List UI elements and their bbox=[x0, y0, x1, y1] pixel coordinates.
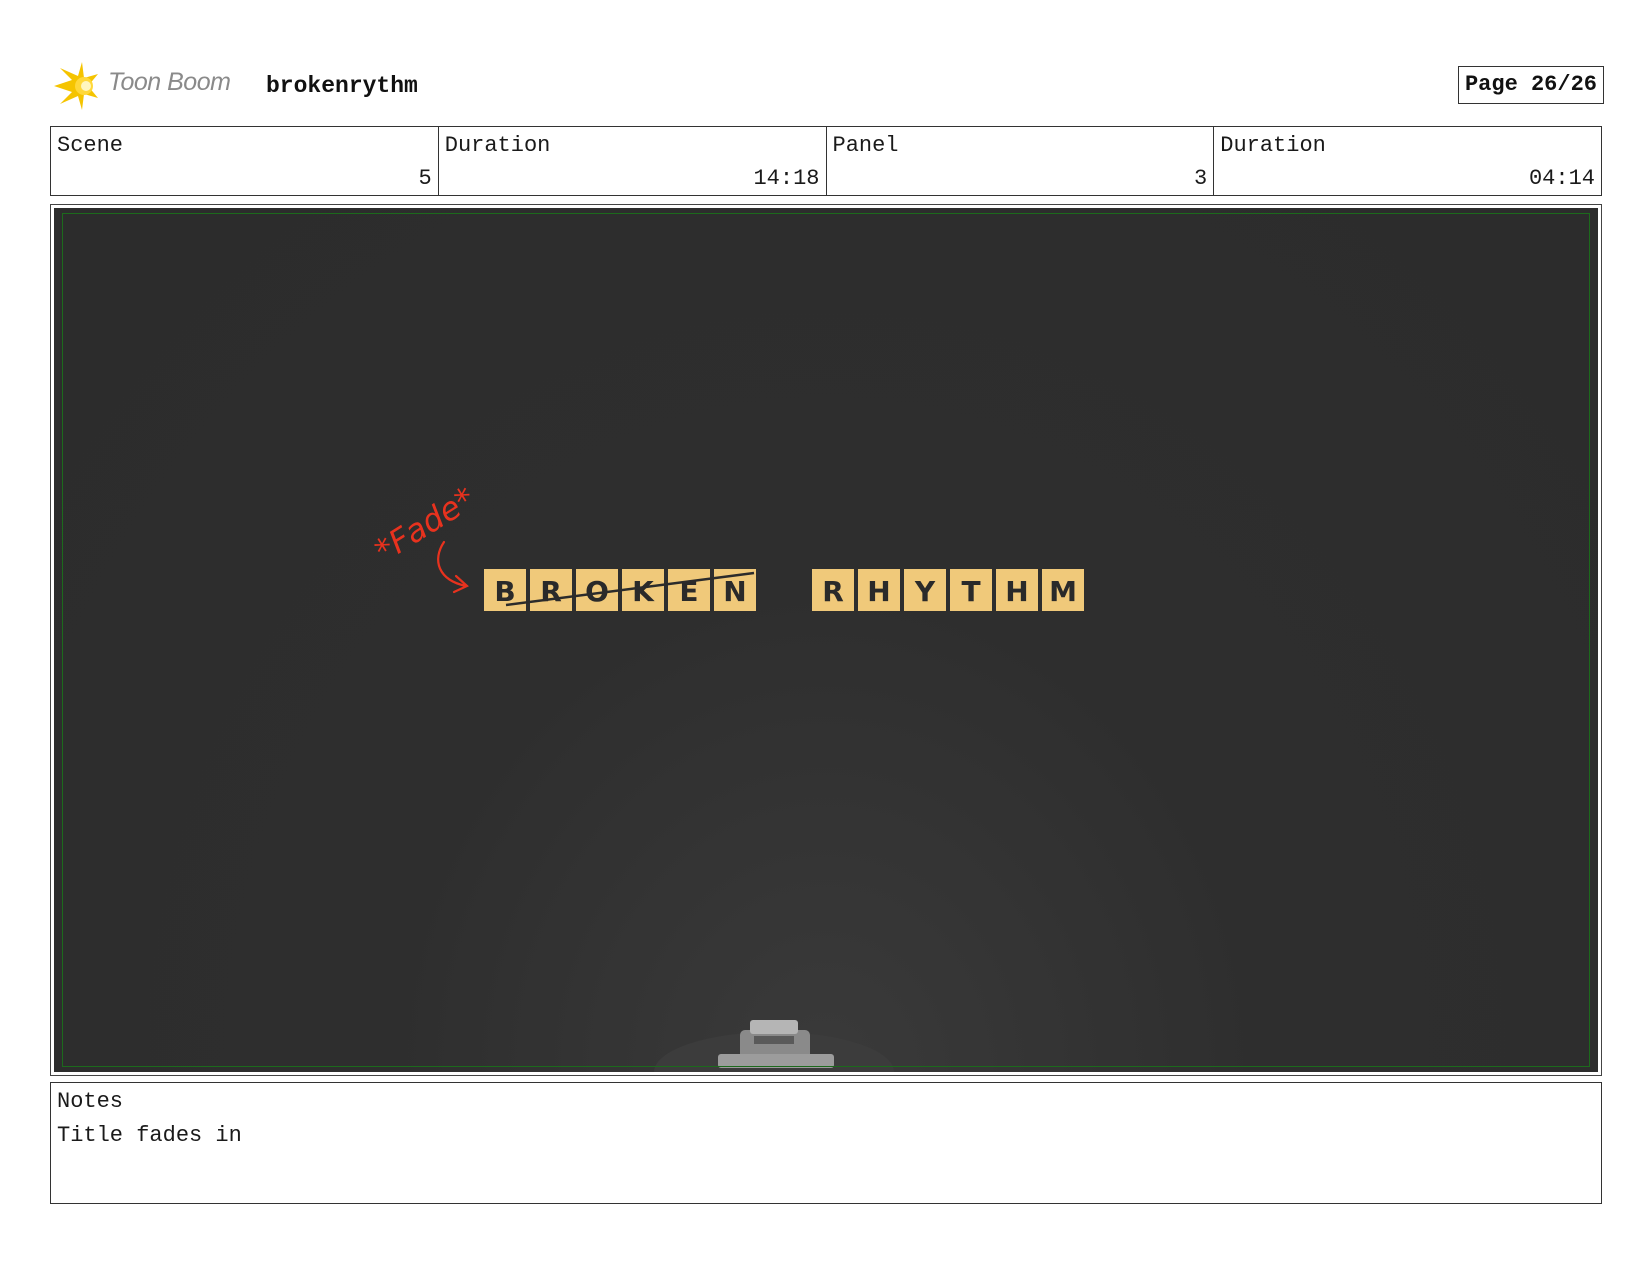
toon-boom-logo-icon bbox=[54, 62, 98, 110]
panel-value: 3 bbox=[1194, 166, 1208, 191]
project-name: brokenrythm bbox=[266, 73, 418, 99]
panel-duration-label: Duration bbox=[1220, 133, 1326, 158]
scene-duration-label: Duration bbox=[444, 133, 551, 158]
panel-label: Panel bbox=[832, 133, 899, 158]
storyboard-panel: *Fade* BROKENRHYTHM bbox=[50, 204, 1602, 1076]
safe-frame bbox=[62, 213, 1590, 1067]
notes-box: Notes Title fades in bbox=[50, 1082, 1602, 1204]
panel-artwork: *Fade* BROKENRHYTHM bbox=[54, 208, 1598, 1072]
scene-label: Scene bbox=[57, 133, 124, 158]
scene-duration-value: 14:18 bbox=[753, 166, 820, 191]
panel-duration-value: 04:14 bbox=[1528, 166, 1595, 191]
panel-duration-cell: Duration 04:14 bbox=[1214, 127, 1601, 195]
storyboard-header: Toon Boom brokenrythm Page 26/26 bbox=[52, 56, 1604, 112]
scene-cell: Scene 5 bbox=[51, 127, 439, 195]
page-counter: Page 26/26 bbox=[1457, 66, 1604, 104]
scene-value: 5 bbox=[418, 166, 432, 191]
brand-name: Toon Boom bbox=[108, 68, 231, 96]
notes-text: Title fades in bbox=[57, 1123, 242, 1148]
panel-cell: Panel 3 bbox=[827, 127, 1215, 195]
scene-duration-cell: Duration 14:18 bbox=[439, 127, 827, 195]
notes-label: Notes bbox=[57, 1089, 124, 1114]
scene-info-table: Scene 5 Duration 14:18 Panel 3 Duration … bbox=[50, 126, 1602, 196]
